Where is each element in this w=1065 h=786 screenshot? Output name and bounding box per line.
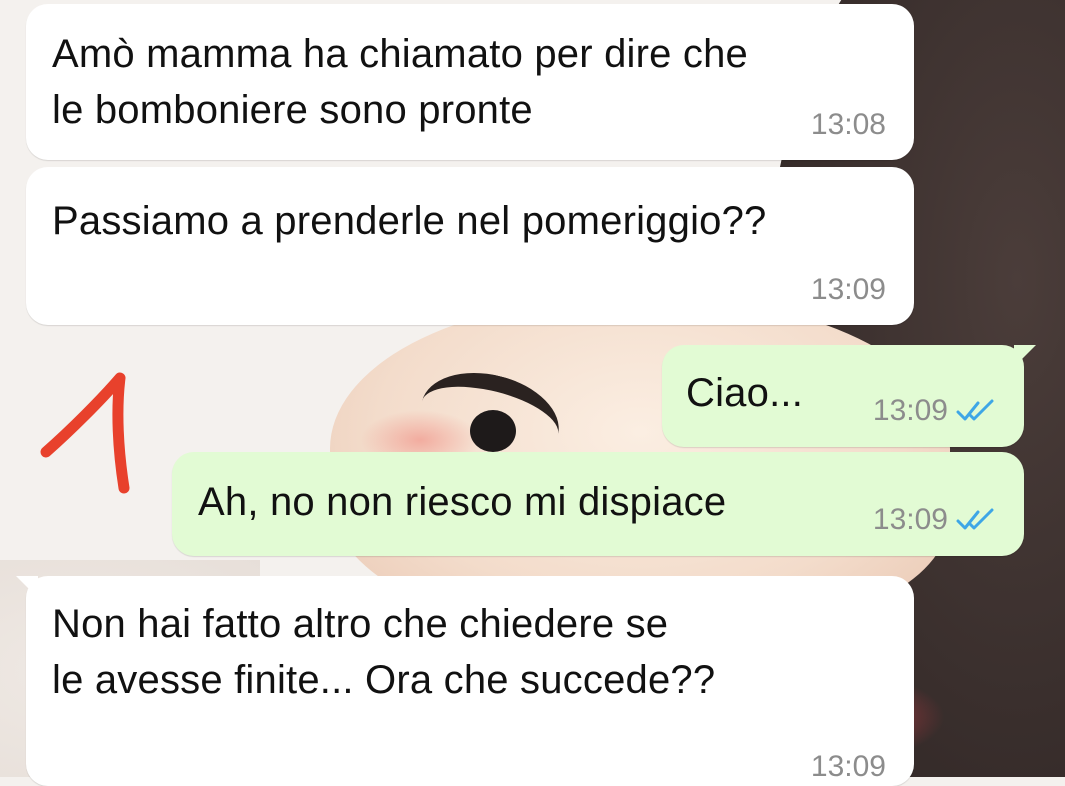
message-text: Non hai fatto altro che chiedere se le a… — [52, 596, 715, 708]
message-text: Ah, no non riesco mi dispiace — [198, 474, 726, 530]
message-bubble-incoming[interactable]: Passiamo a prenderle nel pomeriggio?? 13… — [26, 167, 914, 325]
message-text: Amò mamma ha chiamato per dire che le bo… — [52, 26, 748, 138]
message-line: Amò mamma ha chiamato per dire che — [52, 32, 748, 76]
message-bubble-incoming[interactable]: Non hai fatto altro che chiedere se le a… — [16, 576, 914, 786]
bubble-tail — [16, 576, 38, 598]
message-bubble-incoming[interactable]: Amò mamma ha chiamato per dire che le bo… — [26, 4, 914, 160]
message-line: le avesse finite... Ora che succede?? — [52, 658, 716, 702]
message-line: Non hai fatto altro che chiedere se — [52, 602, 669, 646]
message-line: le bomboniere sono pronte — [52, 88, 533, 132]
message-timestamp: 13:09 — [810, 750, 886, 783]
message-meta: 13:09 — [873, 484, 998, 556]
message-text: Ciao... — [686, 365, 803, 421]
wallpaper-pupil — [470, 410, 516, 452]
message-timestamp: 13:09 — [872, 503, 948, 536]
bubble-tail — [1014, 345, 1036, 367]
message-line: Ah, no non riesco mi dispiace — [198, 480, 727, 524]
message-timestamp: 13:09 — [810, 273, 886, 306]
double-check-read-icon — [956, 507, 998, 533]
message-line: Passiamo a prenderle nel pomeriggio?? — [52, 199, 767, 243]
message-bubble-outgoing[interactable]: Ciao... 13:09 — [662, 345, 1036, 447]
message-text: Passiamo a prenderle nel pomeriggio?? — [52, 193, 767, 249]
annotation-number — [36, 370, 136, 505]
message-timestamp: 13:08 — [810, 108, 886, 141]
double-check-read-icon — [956, 398, 998, 424]
message-meta: 13:09 — [873, 375, 998, 447]
message-bubble-outgoing[interactable]: Ah, no non riesco mi dispiace 13:09 — [172, 452, 1024, 556]
message-timestamp: 13:09 — [872, 394, 948, 427]
message-line: Ciao... — [686, 371, 804, 415]
